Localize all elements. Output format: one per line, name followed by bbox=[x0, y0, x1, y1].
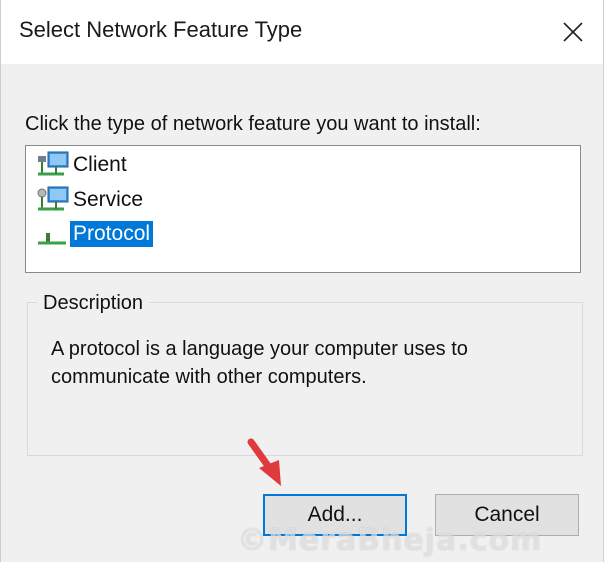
close-icon bbox=[563, 22, 583, 42]
list-item-service[interactable]: Service bbox=[36, 185, 146, 215]
dialog-window: Select Network Feature Type Click the ty… bbox=[0, 0, 604, 562]
watermark: ©MeraBheja.com bbox=[237, 523, 543, 558]
dialog-title: Select Network Feature Type bbox=[19, 17, 303, 42]
feature-type-list[interactable]: Client Service Protocol bbox=[25, 145, 581, 273]
list-item-label: Protocol bbox=[70, 221, 154, 247]
instruction-label: Click the type of network feature you wa… bbox=[25, 113, 481, 135]
close-button[interactable] bbox=[551, 10, 595, 54]
service-network-icon bbox=[37, 186, 69, 211]
list-item-label: Service bbox=[73, 188, 144, 211]
list-item-protocol[interactable]: Protocol bbox=[36, 219, 154, 249]
client-network-icon bbox=[38, 151, 69, 176]
description-text: A protocol is a language your computer u… bbox=[51, 338, 468, 388]
red-arrow-icon bbox=[247, 438, 281, 486]
description-legend: Description bbox=[37, 292, 150, 315]
title-bar: Select Network Feature Type bbox=[1, 0, 603, 64]
list-item-client[interactable]: Client bbox=[36, 150, 130, 180]
list-item-label: Client bbox=[73, 153, 127, 176]
protocol-network-icon bbox=[38, 233, 66, 245]
